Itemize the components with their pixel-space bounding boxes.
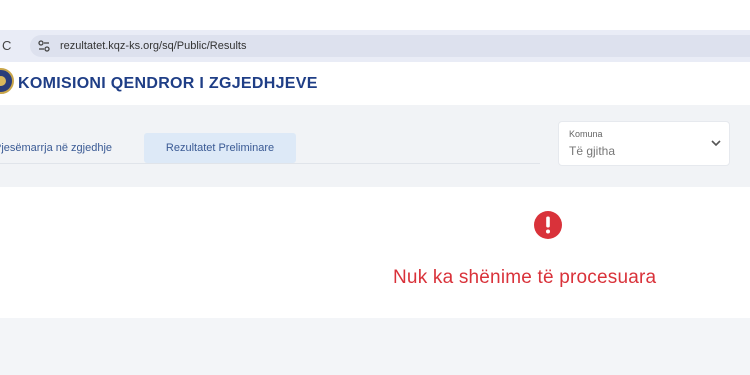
alert-circle-icon <box>534 211 562 239</box>
site-header: KOMISIONI QENDROR I ZGJEDHJEVE <box>0 62 750 105</box>
tab-preliminary-results[interactable]: Rezultatet Preliminare <box>144 133 296 163</box>
top-strip <box>0 0 750 30</box>
page-bottom <box>0 318 750 375</box>
browser-address-bar: C rezultatet.kqz-ks.org/sq/Public/Result… <box>0 30 750 62</box>
reload-icon[interactable]: C <box>2 36 16 56</box>
chevron-down-icon[interactable] <box>710 138 722 148</box>
empty-state-message: Nuk ka shënime të procesuara <box>393 267 657 288</box>
tab-underline <box>0 163 540 164</box>
tab-participation[interactable]: Pjesëmarrja në zgjedhje <box>0 133 134 163</box>
nav-row: Pjesëmarrja në zgjedhje Rezultatet Preli… <box>0 105 750 187</box>
select-label: Komuna <box>569 129 603 139</box>
org-name[interactable]: KOMISIONI QENDROR I ZGJEDHJEVE <box>18 62 318 105</box>
tune-icon[interactable] <box>38 40 50 52</box>
url-text: rezultatet.kqz-ks.org/sq/Public/Results <box>60 40 247 52</box>
select-value: Të gjitha <box>569 144 616 158</box>
results-panel: Nuk ka shënime të procesuara <box>0 187 750 318</box>
url-field[interactable]: rezultatet.kqz-ks.org/sq/Public/Results <box>30 35 750 57</box>
municipality-select[interactable]: Komuna Të gjitha <box>558 121 730 166</box>
emblem-logo[interactable] <box>0 68 14 94</box>
